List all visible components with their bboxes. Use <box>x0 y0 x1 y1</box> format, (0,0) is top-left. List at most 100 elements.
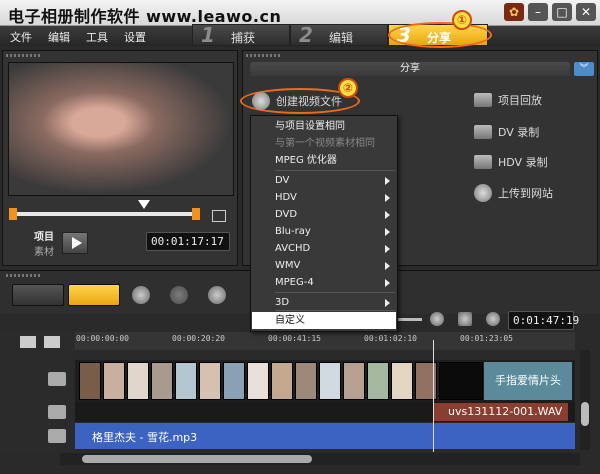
dv-camera-icon <box>474 125 492 139</box>
zoom-in-icon[interactable] <box>430 312 444 326</box>
clip-thumbnail[interactable] <box>391 362 413 400</box>
submenu-arrow-icon <box>385 228 390 236</box>
video-track-icon[interactable] <box>48 372 66 386</box>
preview-timecode[interactable]: 00:01:17:17 <box>146 232 230 251</box>
clip-thumbnail[interactable] <box>367 362 389 400</box>
clip-thumbnail[interactable] <box>199 362 221 400</box>
clip-thumbnail[interactable] <box>127 362 149 400</box>
tab-edit[interactable]: 2 编辑 <box>290 23 388 47</box>
music-track-icon[interactable] <box>48 429 66 443</box>
project-playback-label: 项目回放 <box>498 94 542 107</box>
menu-item[interactable]: 与第一个视频素材相同 <box>252 135 396 152</box>
playhead[interactable] <box>433 340 434 452</box>
hdv-record-label: HDV 录制 <box>498 156 548 169</box>
mode-clip[interactable]: 素材 <box>34 243 54 258</box>
menu-settings[interactable]: 设置 <box>124 29 146 45</box>
clip-thumbnail[interactable] <box>439 362 483 400</box>
playback-icon <box>474 93 492 107</box>
upload-web-button[interactable]: 上传到网站 <box>474 184 553 202</box>
panel-grip[interactable] <box>6 274 42 277</box>
menu-item[interactable]: 与项目设置相同 <box>252 118 396 135</box>
ruler-label: 00:00:41:15 <box>268 334 321 343</box>
step-number: 2 <box>299 23 313 47</box>
title-clip[interactable]: 手指爱情片头 <box>484 362 572 400</box>
menu-item[interactable]: DV <box>252 172 396 189</box>
mark-in-handle[interactable] <box>9 208 17 220</box>
submenu-arrow-icon <box>385 211 390 219</box>
menu-tools[interactable]: 工具 <box>86 29 108 45</box>
mark-out-handle[interactable] <box>192 208 200 220</box>
scrub-thumb[interactable] <box>138 200 150 209</box>
app-logo-icon[interactable]: ✿ <box>504 3 524 21</box>
submenu-arrow-icon <box>385 299 390 307</box>
step-label: 编辑 <box>329 31 354 45</box>
dv-record-button[interactable]: DV 录制 <box>474 124 539 140</box>
menu-item[interactable]: HDV <box>252 189 396 206</box>
menu-item[interactable]: WMV <box>252 257 396 274</box>
menu-separator <box>275 292 395 293</box>
collapse-icon[interactable]: ︾ <box>574 62 594 76</box>
clip-thumbnail[interactable] <box>343 362 365 400</box>
dv-record-label: DV 录制 <box>498 126 540 139</box>
clip-thumbnail[interactable] <box>103 362 125 400</box>
menu-item[interactable]: 3D <box>252 294 396 311</box>
film-reel-icon <box>252 92 270 110</box>
step-label: 捕获 <box>231 31 256 45</box>
clip-thumbnail[interactable] <box>79 362 101 400</box>
panel-grip[interactable] <box>6 54 42 57</box>
clip-thumbnail[interactable] <box>175 362 197 400</box>
zoom-slider[interactable] <box>398 318 422 321</box>
hdv-record-button[interactable]: HDV 录制 <box>474 154 548 170</box>
create-video-label: 创建视频文件 <box>276 95 342 108</box>
redo-icon[interactable] <box>170 286 188 304</box>
create-video-file-button[interactable]: 创建视频文件 <box>252 92 342 110</box>
scrub-bar[interactable] <box>14 212 196 216</box>
clip-thumbnail[interactable] <box>223 362 245 400</box>
menu-item[interactable]: DVD <box>252 206 396 223</box>
duration-clock-icon <box>486 312 500 326</box>
project-duration: 0:01:47:19 <box>508 311 579 330</box>
maximize-icon[interactable]: □ <box>552 3 572 21</box>
voice-track-icon[interactable] <box>48 405 66 419</box>
ruler-label: 00:01:23:05 <box>460 334 513 343</box>
music-clip[interactable]: 格里杰夫 - 雪花.mp3 <box>92 429 197 445</box>
menu-item[interactable]: Blu-ray <box>252 223 396 240</box>
submenu-arrow-icon <box>385 245 390 253</box>
vertical-scrollbar[interactable] <box>580 350 590 450</box>
menu-file[interactable]: 文件 <box>10 29 32 45</box>
menu-item[interactable]: MPEG 优化器 <box>252 152 396 169</box>
clip-thumbnail[interactable] <box>271 362 293 400</box>
undo-icon[interactable] <box>132 286 150 304</box>
record-capture-icon[interactable] <box>208 286 226 304</box>
fit-project-icon[interactable] <box>458 312 472 326</box>
minimize-icon[interactable]: – <box>528 3 548 21</box>
horizontal-scrollbar[interactable] <box>60 453 580 465</box>
close-icon[interactable]: ✕ <box>576 3 596 21</box>
callout-badge-1: ① <box>452 10 472 30</box>
scrollbar-thumb[interactable] <box>581 402 589 426</box>
menu-edit[interactable]: 编辑 <box>48 29 70 45</box>
project-playback-button[interactable]: 项目回放 <box>474 92 542 108</box>
globe-icon <box>474 184 492 202</box>
ruler-label: 00:00:20:20 <box>172 334 225 343</box>
timeline-view-button[interactable] <box>68 284 120 306</box>
submenu-arrow-icon <box>385 194 390 202</box>
menu-item[interactable]: 自定义 <box>252 312 396 329</box>
menu-item[interactable]: MPEG-4 <box>252 274 396 291</box>
share-header: 分享 <box>250 62 570 76</box>
split-icon[interactable] <box>212 210 226 222</box>
clip-thumbnail[interactable] <box>295 362 317 400</box>
clip-thumbnail[interactable] <box>151 362 173 400</box>
mode-project[interactable]: 项目 <box>34 228 54 243</box>
chapter-list-icon[interactable] <box>44 336 60 348</box>
scrollbar-thumb[interactable] <box>82 455 312 463</box>
storyboard-view-button[interactable] <box>12 284 64 306</box>
clip-thumbnail[interactable] <box>247 362 269 400</box>
track-manager-icon[interactable] <box>20 336 36 348</box>
clip-thumbnail[interactable] <box>319 362 341 400</box>
tab-capture[interactable]: 1 捕获 <box>192 23 290 47</box>
audio-clip[interactable]: uvs131112-001.WAV <box>434 403 568 421</box>
play-button[interactable] <box>62 232 88 254</box>
panel-grip[interactable] <box>246 54 282 57</box>
menu-item[interactable]: AVCHD <box>252 240 396 257</box>
